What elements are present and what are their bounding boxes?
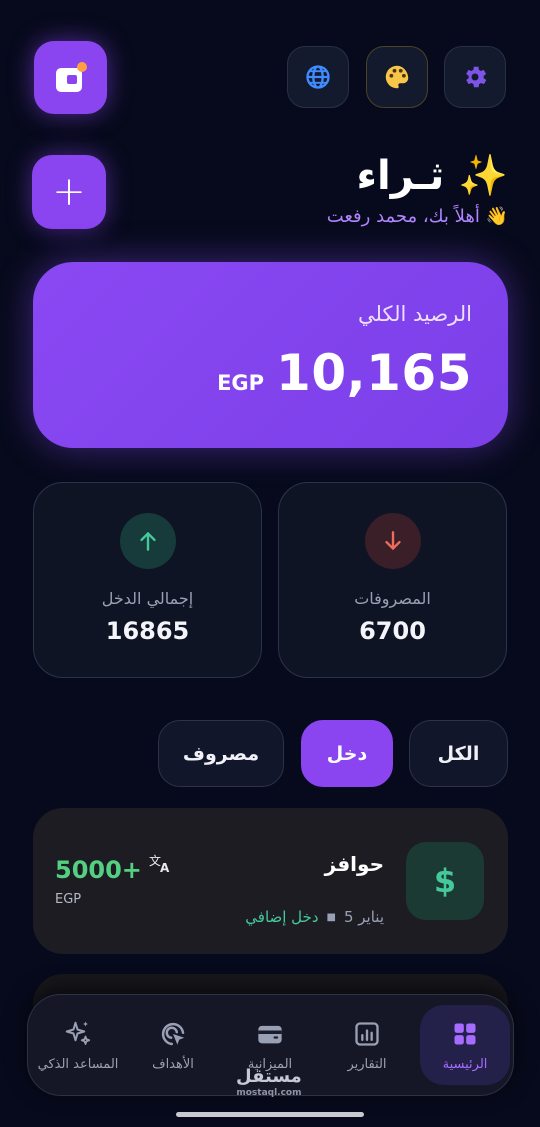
add-transaction-button[interactable]: +: [32, 155, 106, 229]
expenses-label: المصروفات: [354, 589, 431, 608]
transaction-meta: دخل إضافي ■ 5 يناير: [245, 908, 384, 926]
balance-amount: 10,165: [276, 344, 472, 402]
transaction-item[interactable]: $ حوافز دخل إضافي ■ 5 يناير 文 A 5000+ EG…: [33, 808, 508, 954]
expenses-stat-card: المصروفات 6700: [278, 482, 507, 678]
income-stat-card: إجمالي الدخل 16865: [33, 482, 262, 678]
separator-dot: ■: [326, 911, 336, 923]
dollar-icon: $: [406, 842, 484, 920]
nav-assistant[interactable]: المساعد الذكي: [31, 1005, 125, 1085]
plus-icon: +: [52, 169, 86, 215]
watermark-latin: mostaql.com: [236, 1088, 302, 1098]
balance-label: الرصيد الكلي: [358, 302, 472, 326]
watermark: مستقل mostaql.com: [236, 1066, 302, 1099]
filter-all[interactable]: الكل: [409, 720, 508, 787]
transaction-amount: 5000+: [55, 856, 142, 884]
bar-chart-icon: [352, 1019, 382, 1049]
watermark-arabic: مستقل: [236, 1066, 302, 1087]
income-label: إجمالي الدخل: [101, 589, 194, 608]
palette-icon: [385, 65, 409, 89]
translate-icon[interactable]: 文 A: [149, 852, 173, 878]
globe-icon: [306, 65, 330, 89]
theme-button[interactable]: [366, 46, 428, 108]
nav-reports[interactable]: التقارير: [322, 1005, 412, 1085]
filter-income[interactable]: دخل: [301, 720, 393, 787]
filter-expense[interactable]: مصروف: [158, 720, 284, 787]
arrow-up-icon: [120, 513, 176, 569]
balance-value: EGP 10,165: [217, 344, 472, 402]
svg-text:A: A: [160, 861, 170, 874]
income-value: 16865: [105, 617, 190, 645]
transaction-type: دخل إضافي: [245, 908, 319, 926]
nav-goals[interactable]: الأهداف: [128, 1005, 218, 1085]
app-logo: [34, 41, 107, 114]
balance-currency: EGP: [217, 371, 265, 395]
wallet-icon: [255, 1019, 285, 1049]
transaction-date: 5 يناير: [343, 908, 384, 926]
target-cursor-icon: [158, 1019, 188, 1049]
gear-icon: [466, 66, 487, 88]
nav-home[interactable]: الرئيسية: [420, 1005, 510, 1085]
grid-icon: [450, 1019, 480, 1049]
sparkles-icon: [63, 1019, 93, 1049]
transaction-currency: EGP: [55, 892, 82, 907]
transaction-title: حوافز: [324, 852, 384, 876]
total-balance-card: الرصيد الكلي EGP 10,165: [33, 262, 508, 448]
nav-reports-label: التقارير: [347, 1056, 387, 1072]
expenses-value: 6700: [359, 617, 426, 645]
nav-goals-label: الأهداف: [152, 1056, 194, 1072]
app-title: ثـراء ✨: [356, 153, 508, 199]
language-button[interactable]: [287, 46, 349, 108]
settings-button[interactable]: [444, 46, 506, 108]
wallet-icon: [55, 61, 87, 92]
arrow-down-icon: [365, 513, 421, 569]
home-indicator: [176, 1112, 364, 1117]
nav-home-label: الرئيسية: [442, 1056, 488, 1072]
nav-assistant-label: المساعد الذكي: [37, 1056, 119, 1072]
greeting-text: أهلاً بك، محمد رفعت 👋: [326, 206, 508, 227]
